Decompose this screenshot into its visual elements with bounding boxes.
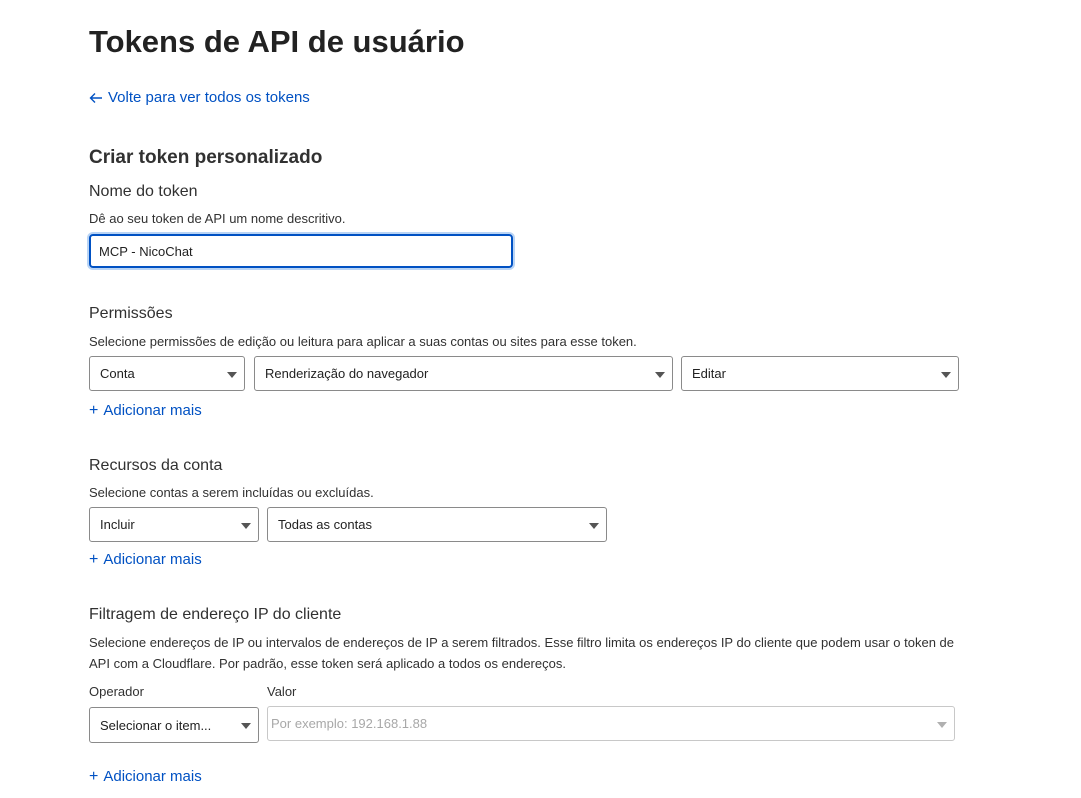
permission-level-select[interactable]: Editar <box>681 356 959 391</box>
permission-level-value: Editar <box>692 366 726 381</box>
token-name-value: MCP - NicoChat <box>99 243 193 259</box>
token-name-input[interactable]: MCP - NicoChat <box>89 234 513 268</box>
ip-filtering-description: Selecione endereços de IP ou intervalos … <box>89 635 955 671</box>
back-link-label: Volte para ver todos os tokens <box>108 89 310 106</box>
ip-filtering-label: Filtragem de endereço IP do cliente <box>89 606 342 623</box>
ip-filtering-add-more-button[interactable]: + Adicionar mais <box>89 768 202 785</box>
permission-resource-value: Renderização do navegador <box>265 366 429 381</box>
token-name-label: Nome do token <box>89 183 198 200</box>
plus-icon: + <box>89 767 99 785</box>
caret-down-icon <box>941 371 951 378</box>
token-name-description: Dê ao seu token de API um nome descritiv… <box>89 211 346 226</box>
add-more-label: Adicionar mais <box>103 768 202 785</box>
caret-down-icon <box>227 371 237 378</box>
account-resources-label: Recursos da conta <box>89 457 223 474</box>
permissions-label: Permissões <box>89 305 173 322</box>
caret-down-icon <box>589 522 599 529</box>
caret-down-icon <box>241 522 251 529</box>
back-to-tokens-link[interactable]: Volte para ver todos os tokens <box>89 89 310 106</box>
permission-scope-value: Conta <box>100 366 135 381</box>
permissions-add-more-button[interactable]: + Adicionar mais <box>89 402 202 419</box>
plus-icon: + <box>89 550 99 568</box>
permission-scope-select[interactable]: Conta <box>89 356 245 391</box>
caret-down-icon <box>655 371 665 378</box>
accounts-value: Todas as contas <box>278 517 372 532</box>
ip-value-select[interactable]: Por exemplo: 192.168.1.88 <box>267 706 955 741</box>
value-label: Valor <box>267 684 297 699</box>
operator-value: Selecionar o item... <box>100 717 212 733</box>
add-more-label: Adicionar mais <box>103 402 202 419</box>
caret-down-icon <box>241 723 251 729</box>
account-mode-value: Incluir <box>100 517 135 532</box>
account-mode-select[interactable]: Incluir <box>89 507 259 542</box>
permissions-description: Selecione permissões de edição ou leitur… <box>89 334 637 349</box>
ip-value-placeholder: Por exemplo: 192.168.1.88 <box>271 716 428 731</box>
arrow-left-icon <box>89 92 103 104</box>
account-resources-add-more-button[interactable]: + Adicionar mais <box>89 551 202 568</box>
account-resources-description: Selecione contas a serem incluídas ou ex… <box>89 485 374 500</box>
add-more-label: Adicionar mais <box>103 551 202 568</box>
section-title: Criar token personalizado <box>89 147 323 168</box>
accounts-select[interactable]: Todas as contas <box>267 507 607 542</box>
page-title: Tokens de API de usuário <box>89 24 465 59</box>
permission-resource-select[interactable]: Renderização do navegador <box>254 356 673 391</box>
operator-label: Operador <box>89 684 144 699</box>
page: Tokens de API de usuário Volte para ver … <box>0 0 1081 798</box>
plus-icon: + <box>89 401 99 419</box>
caret-down-icon <box>937 721 947 728</box>
operator-select[interactable]: Selecionar o item... <box>89 707 259 743</box>
